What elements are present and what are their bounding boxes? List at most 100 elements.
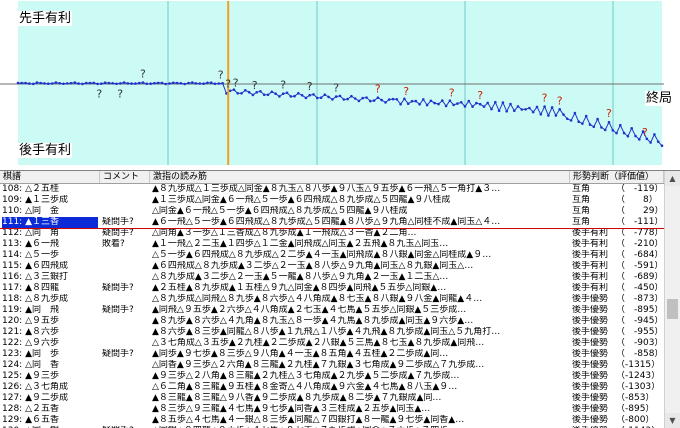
value-cell: （ -945） (616, 316, 664, 326)
comment-cell: 疑問手? (102, 217, 134, 227)
table-row[interactable]: 115: ▲６四飛成 ▲６四飛成△８九歩成▲３二歩△２一玉▲８八歩△９九角▲同玉△… (0, 261, 664, 272)
judge-cell: 後手優勢 (572, 316, 609, 326)
evaluation-point (262, 93, 266, 97)
table-row[interactable]: 113: ▲６一飛 敗着? ▲１一飛△２二玉▲１四歩△１二金▲同飛成△同玉▲２五飛▲… (0, 239, 664, 250)
move-cell: 129: ▲６五香 (2, 415, 59, 425)
value-cell: （ 29） (616, 206, 664, 216)
table-row[interactable]: 117: ▲８四龍 疑問手? ▲２五桂▲８九歩成▲１五桂△９九△同金▲８四歩▲同飛▲… (0, 283, 664, 294)
question-mark-icon: ? (449, 86, 455, 99)
table-row[interactable]: 116: △３三銀打 △８九歩成▲３二歩△２一玉▲５一龍▲８八歩△９九角▲２一玉▲… (0, 272, 664, 283)
header-move[interactable]: 棋譜 (0, 171, 100, 183)
evaluation-point (592, 125, 596, 129)
question-mark-icon: ? (477, 89, 483, 102)
table-row[interactable]: 108: △２五桂 ▲８九歩成△１三歩成△同金▲８九玉△８八歩▲９八玉△９五歩▲６… (0, 184, 664, 195)
move-cell: 121: ▲８六歩 (2, 327, 59, 337)
comment-cell (102, 206, 148, 217)
evaluation-point (289, 95, 293, 98)
evaluation-point (47, 82, 50, 85)
move-list-panel[interactable]: 棋譜 コメント 激指の読み筋 形勢判断（評価値） 108: △２五桂 ▲８九歩成△… (0, 170, 680, 428)
evaluation-point (130, 82, 133, 85)
judge-cell: 互角 (572, 195, 591, 205)
table-row[interactable]: 111: ▲１三香 疑問手? ▲６一飛△５一歩▲６四飛成△８九歩成△５四龍▲８八歩△… (0, 217, 664, 228)
value-cell: （ -111） (616, 217, 664, 227)
table-row[interactable]: 109: ▲１三歩成 ▲１三歩成△同金▲６一飛△５一歩▲６四飛成△８九歩成△５四龍… (0, 195, 664, 206)
evaluation-point (357, 99, 361, 103)
sente-advantage-label: 先手有利 (18, 11, 73, 26)
judge-cell: 互角 (572, 206, 591, 216)
evaluation-point (630, 127, 633, 130)
evaluation-point (406, 102, 410, 105)
evaluation-point (441, 99, 444, 102)
question-mark-icon: ? (557, 94, 563, 107)
table-row[interactable]: 125: ▲９三歩 ▲９三歩△２八角▲８三龍▲２九桂△３七角成▲２九歩▲５二歩成▲… (0, 371, 664, 382)
value-cell: （ -591） (616, 261, 664, 271)
evaluation-point (172, 81, 175, 85)
comment-cell (102, 316, 148, 327)
header-judge[interactable]: 形勢判断（評価値） (570, 171, 664, 183)
evaluation-graph[interactable]: ?????????????????? (0, 0, 680, 168)
move-cell: 120: △９五歩 (2, 316, 59, 326)
table-row[interactable]: 114: △５一歩 △５一歩▲６四飛成△８九歩成△２二歩▲４一玉▲同飛成▲８八銀▲… (0, 250, 664, 261)
evaluation-point (395, 98, 399, 101)
table-row[interactable]: 119: ▲同 飛 疑問手? ▲同飛△９五歩▲２六歩△４八角成▲２七玉▲４七馬▲５五… (0, 305, 664, 316)
evaluation-point (92, 81, 96, 85)
move-list[interactable]: 108: △２五桂 ▲８九歩成△１三歩成△同金▲８九玉△８八歩▲９八玉△９五歩▲６… (0, 184, 664, 428)
evaluation-point (342, 98, 346, 101)
judge-cell: 後手優勢 (572, 294, 609, 304)
evaluation-point (509, 102, 512, 106)
header-pv[interactable]: 激指の読み筋 (150, 171, 570, 183)
table-row[interactable]: 112: △同 角 疑問手? △同角▲３一歩△１三香成△８九歩成▲１一飛成△３一香▲… (0, 228, 664, 239)
table-row[interactable]: 110: △同 金 △同金▲６一飛△５一歩▲６四飛成△８九歩成△５四龍▲９八桂成 互… (0, 206, 664, 217)
evaluation-point (353, 97, 357, 100)
evaluation-point (126, 82, 130, 85)
value-cell: （ -858） (616, 349, 664, 359)
evaluation-point (209, 81, 213, 84)
evaluation-point (217, 82, 221, 85)
table-row[interactable]: 127: ▲９二歩成 ▲８三龍▲８三龍△９八香▲９二歩成▲８九歩成▲８二歩▲７九銀… (0, 393, 664, 404)
evaluation-point (84, 81, 88, 85)
evaluation-point (50, 82, 54, 85)
evaluation-point (96, 82, 99, 86)
scroll-up-icon[interactable]: ▲ (665, 171, 680, 186)
graph-plot-area (18, 1, 662, 165)
pv-cell: ▲２五桂▲８九歩成▲１五桂△９九△同金▲８四歩▲同飛▲５五歩△同銀▲… (152, 283, 447, 293)
evaluation-point (562, 113, 565, 116)
table-row[interactable]: 129: ▲６五香 ▲８五歩△４七馬▲４一銀△８三歩▲同龍△７四銀打▲８一龍▲９七… (0, 415, 664, 426)
comment-cell (102, 360, 148, 371)
evaluation-point (281, 92, 285, 95)
evaluation-point (656, 140, 660, 143)
comment-cell (102, 261, 148, 272)
comment-cell (102, 404, 148, 415)
move-cell: 124: △同 香 (2, 360, 59, 370)
evaluation-point (399, 102, 402, 106)
evaluation-point (365, 96, 368, 99)
evaluation-point (569, 119, 573, 122)
pv-cell: ▲９三歩△２八角▲８三龍▲２九桂△３七角成▲２九歩▲５二歩成▲７九歩成… (152, 371, 460, 381)
evaluation-point (202, 82, 205, 85)
header-comment[interactable]: コメント (100, 171, 150, 183)
value-cell: （ -873） (616, 294, 664, 304)
scroll-down-icon[interactable]: ▼ (665, 413, 680, 428)
judge-cell: 後手有利 (572, 261, 609, 271)
table-row[interactable]: 121: ▲８六歩 ▲８六歩▲８三歩▲同龍△８八歩▲１九飛△１八歩▲４九飛▲８九歩… (0, 327, 664, 338)
pv-cell: ▲８九歩▲８六歩△４九角▲８九玉△８一歩▲４九馬▲８九歩成▲同玉▲９六歩▲… (152, 316, 474, 326)
table-row[interactable]: 124: △同 香 △同香▲９三歩△２六角▲８三龍▲２九桂▲７九銀▲３七角成▲９二… (0, 360, 664, 371)
table-row[interactable]: 120: △９五歩 ▲８九歩▲８六歩△４九角▲８九玉△８一歩▲４九馬▲８九歩成▲同… (0, 316, 664, 327)
evaluation-point (251, 93, 255, 97)
table-row[interactable]: 126: △３七角成 △６二角▲８三龍▲９五桂▲８金寄△４八角成▲９六金▲４七馬▲… (0, 382, 664, 393)
judge-cell: 互角 (572, 217, 591, 227)
vertical-scrollbar[interactable]: ▲ ▼ (664, 171, 680, 428)
evaluation-point (531, 110, 535, 114)
comment-cell: 敗着? (102, 239, 125, 249)
table-row[interactable]: 118: △８九歩成 △８九歩成△同飛△８九歩▲８六歩△４八角成▲８七玉▲８八銀▲… (0, 294, 664, 305)
table-row[interactable]: 122: △９六歩 △３七角成△３五歩▲２九桂▲２二歩成▲２八銀▲５三馬▲８七玉▲… (0, 338, 664, 349)
comment-cell: 疑問手? (102, 228, 134, 238)
table-row[interactable]: 128: △２五香 ▲８三歩△９三龍▲４七馬▲９七歩▲同香▲３三桂成▲２五歩▲同玉… (0, 404, 664, 415)
evaluation-point (486, 101, 490, 105)
move-cell: 116: △３三銀打 (2, 272, 68, 282)
evaluation-point (520, 108, 524, 111)
scroll-thumb[interactable] (667, 299, 678, 319)
evaluation-graph-panel[interactable]: ?????????????????? 先手有利 後手有利 終局 (0, 0, 680, 168)
judge-cell: 互角 (572, 184, 591, 194)
table-row[interactable]: 123: ▲同 歩 疑問手? ▲同歩▲９七歩▲８三歩△９八角▲４一玉▲８五角▲４五桂… (0, 349, 664, 360)
